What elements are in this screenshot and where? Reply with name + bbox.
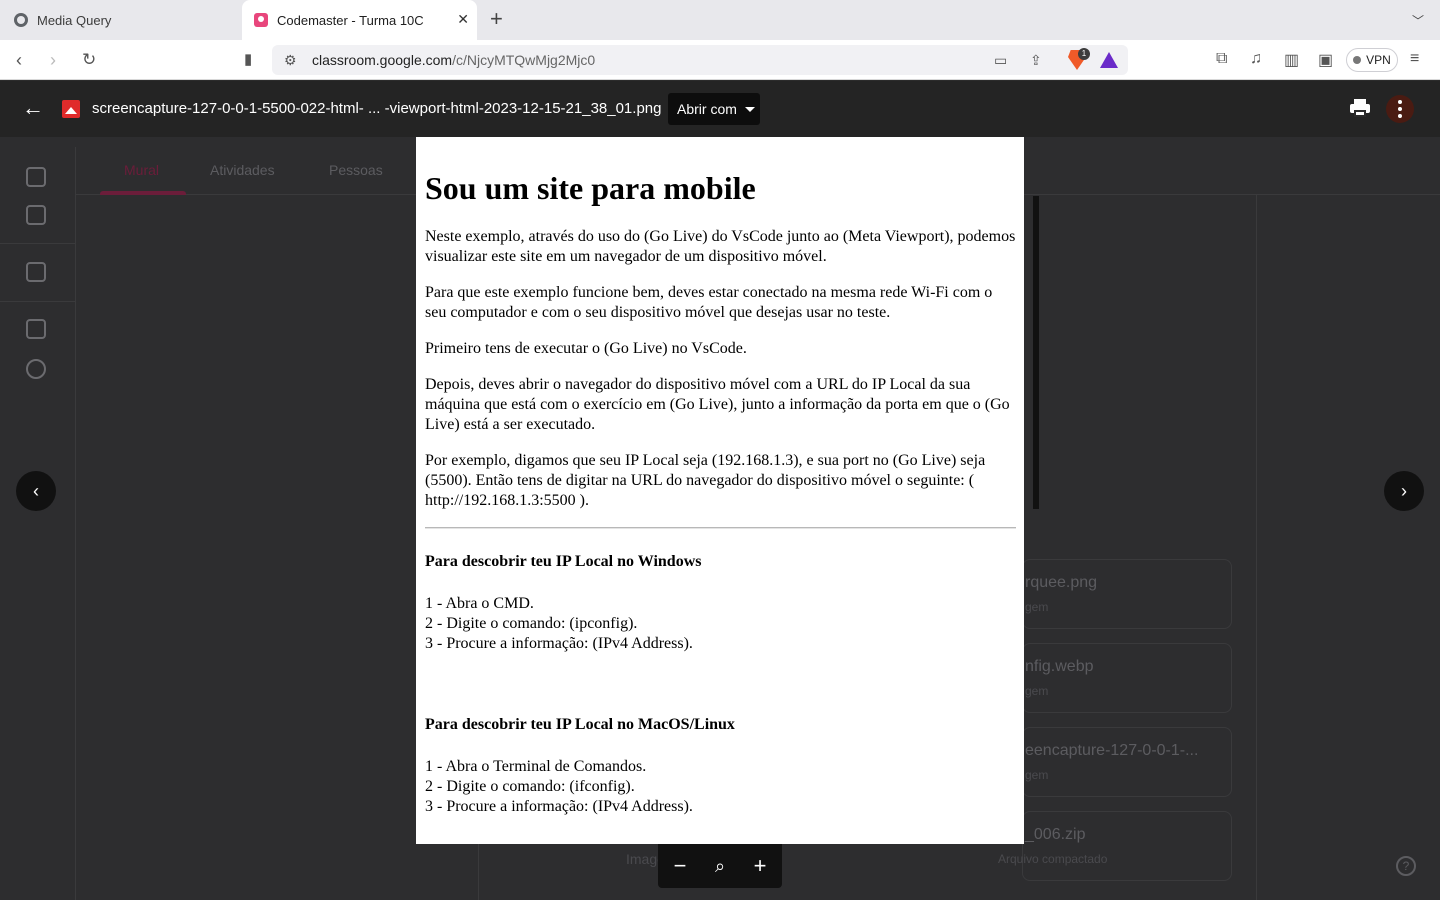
- home-icon: [26, 167, 46, 187]
- tab-media-query[interactable]: Media Query: [0, 0, 240, 40]
- file-name: screencapture-127-0-0-1-5500-022-html- .…: [92, 100, 662, 117]
- doc-paragraph: Depois, deves abrir o navegador do dispo…: [425, 376, 1010, 433]
- caret-down-icon: [744, 106, 755, 112]
- image-file-icon: [62, 100, 80, 118]
- shield-count-badge: 1: [1078, 48, 1090, 60]
- step-item: 3 - Procure a informação: (IPv4 Address)…: [425, 798, 693, 815]
- zoom-in-button[interactable]: +: [746, 852, 774, 880]
- tab-pessoas: Pessoas: [329, 162, 383, 178]
- material-card: _006.zip Arquivo compactado: [998, 811, 1232, 881]
- open-with-button[interactable]: Abrir com: [668, 93, 760, 125]
- tab-mural: Mural: [124, 162, 160, 178]
- menu-icon[interactable]: ≡: [1410, 50, 1419, 68]
- zoom-controls: − ⌕ +: [658, 844, 782, 888]
- step-item: 1 - Abra o Terminal de Comandos.: [425, 758, 647, 775]
- doc-paragraph: Neste exemplo, através do uso do (Go Liv…: [425, 228, 1016, 265]
- print-icon[interactable]: [1350, 99, 1370, 117]
- archive-icon: [26, 319, 46, 339]
- url-text[interactable]: classroom.google.com/c/NjcyMTQwMjg2Mjc0: [312, 52, 595, 68]
- sidebar-icon[interactable]: ▥: [1284, 50, 1299, 70]
- doc-paragraph: Por exemplo, digamos que seu IP Local se…: [425, 452, 986, 509]
- rewards-icon[interactable]: [1100, 52, 1118, 68]
- active-tab-indicator: [100, 191, 186, 195]
- step-item: 2 - Digite o comando: (ipconfig).: [425, 615, 638, 632]
- forward-button[interactable]: ›: [50, 50, 56, 70]
- file-viewer-header: ← screencapture-127-0-0-1-5500-022-html-…: [0, 81, 1440, 137]
- doc-title: Sou um site para mobile: [425, 170, 756, 206]
- classes-icon: [26, 262, 46, 282]
- classroom-icon: [254, 13, 268, 27]
- tab-atividades: Atividades: [210, 162, 275, 178]
- extensions-icon[interactable]: ⧉: [1216, 50, 1227, 68]
- divider: [425, 527, 1016, 529]
- background-panel: [1033, 196, 1039, 509]
- wallet-icon[interactable]: ▣: [1318, 50, 1333, 70]
- bookmark-icon[interactable]: ▮: [244, 50, 252, 70]
- macos-heading: Para descobrir teu IP Local no MacOS/Lin…: [425, 716, 735, 733]
- new-tab-button[interactable]: +: [490, 8, 503, 30]
- image-preview: Sou um site para mobile Neste exemplo, a…: [416, 137, 1024, 844]
- reload-button[interactable]: ↻: [82, 50, 96, 70]
- next-file-button[interactable]: ›: [1384, 471, 1424, 511]
- browser-tab-bar: Media Query Codemaster - Turma 10C ✕ + ﹀: [0, 0, 1440, 40]
- cast-icon[interactable]: ▭: [994, 52, 1007, 69]
- tab-title: Media Query: [37, 12, 112, 28]
- tab-codemaster[interactable]: Codemaster - Turma 10C ✕: [242, 0, 477, 40]
- tab-title: Codemaster - Turma 10C: [277, 12, 424, 28]
- step-item: 1 - Abra o CMD.: [425, 595, 534, 612]
- windows-heading: Para descobrir teu IP Local no Windows: [425, 553, 702, 570]
- material-card: rquee.png gem: [1022, 559, 1232, 629]
- macos-steps: 1 - Abra o Terminal de Comandos. 2 - Dig…: [425, 757, 1016, 817]
- media-icon[interactable]: ♫: [1250, 50, 1262, 68]
- classroom-sidebar: [0, 147, 76, 900]
- doc-paragraph: Para que este exemplo funcione bem, deve…: [425, 284, 993, 321]
- zoom-reset-icon[interactable]: ⌕: [706, 852, 734, 880]
- material-card: eencapture-127-0-0-1-... gem: [1022, 727, 1232, 797]
- zoom-out-button[interactable]: −: [666, 852, 694, 880]
- chevron-down-icon[interactable]: ﹀: [1412, 12, 1424, 29]
- globe-icon: [14, 13, 28, 27]
- browser-toolbar: ‹ › ↻ ▮ ⚙ classroom.google.com/c/NjcyMTQ…: [0, 40, 1440, 80]
- windows-steps: 1 - Abra o CMD. 2 - Digite o comando: (i…: [425, 594, 1016, 654]
- settings-icon: [26, 359, 46, 379]
- step-item: 3 - Procure a informação: (IPv4 Address)…: [425, 635, 693, 652]
- site-settings-icon[interactable]: ⚙: [284, 52, 297, 69]
- doc-paragraph: Primeiro tens de executar o (Go Live) no…: [425, 340, 747, 357]
- close-tab-icon[interactable]: ✕: [457, 11, 469, 28]
- back-button[interactable]: ‹: [16, 50, 22, 70]
- back-arrow-icon[interactable]: ←: [22, 95, 44, 121]
- calendar-icon: [26, 205, 46, 225]
- previous-file-button[interactable]: ‹: [16, 471, 56, 511]
- vpn-button[interactable]: VPN: [1346, 48, 1398, 72]
- share-icon[interactable]: ⇪: [1030, 52, 1042, 69]
- more-options-icon[interactable]: [1386, 95, 1414, 123]
- address-bar[interactable]: ⚙ classroom.google.com/c/NjcyMTQwMjg2Mjc…: [272, 45, 1128, 75]
- help-icon: ?: [1396, 856, 1416, 876]
- material-card: nfig.webp gem: [1022, 643, 1232, 713]
- step-item: 2 - Digite o comando: (ifconfig).: [425, 778, 635, 795]
